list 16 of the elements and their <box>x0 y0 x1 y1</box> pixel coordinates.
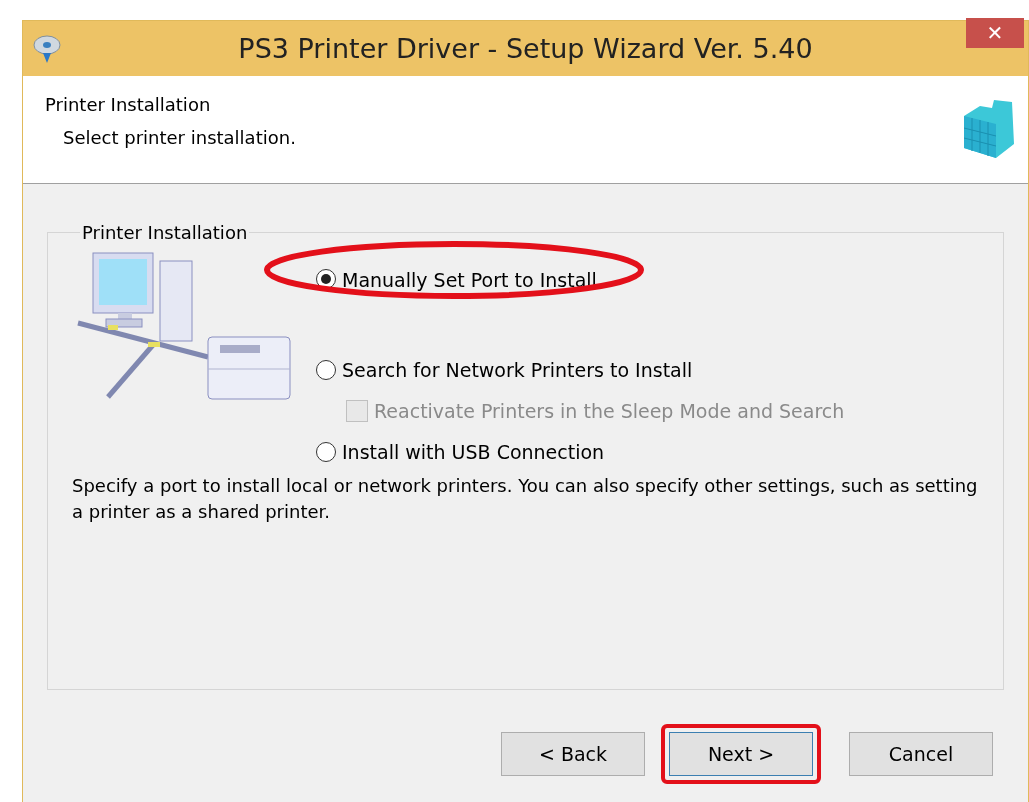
option-label: Search for Network Printers to Install <box>342 359 693 381</box>
disc-icon <box>31 32 63 65</box>
header-subtitle: Select printer installation. <box>63 127 296 148</box>
radio-button[interactable] <box>316 360 336 380</box>
description-text: Specify a port to install local or network printers. You can also specify other settings, such as setting a printer as a shared printer. <box>71 474 979 524</box>
window-title: PS3 Printer Driver - Setup Wizard Ver. 5.40 <box>237 33 814 64</box>
option-label: Install with USB Connection <box>342 441 605 463</box>
radio-button[interactable] <box>316 442 336 462</box>
option-label: Reactivate Printers in the Sleep Mode and Search <box>374 400 845 422</box>
group-label: Printer Installation <box>81 222 249 243</box>
header-title: Printer Installation <box>45 94 212 115</box>
wizard-button[interactable]: Cancel <box>849 732 993 776</box>
wizard-button[interactable]: < Back <box>501 732 645 776</box>
option-label: Manually Set Port to Install <box>342 269 597 291</box>
close-button[interactable]: ✕ <box>966 18 1024 48</box>
wizard-button[interactable]: Next > <box>669 732 813 776</box>
